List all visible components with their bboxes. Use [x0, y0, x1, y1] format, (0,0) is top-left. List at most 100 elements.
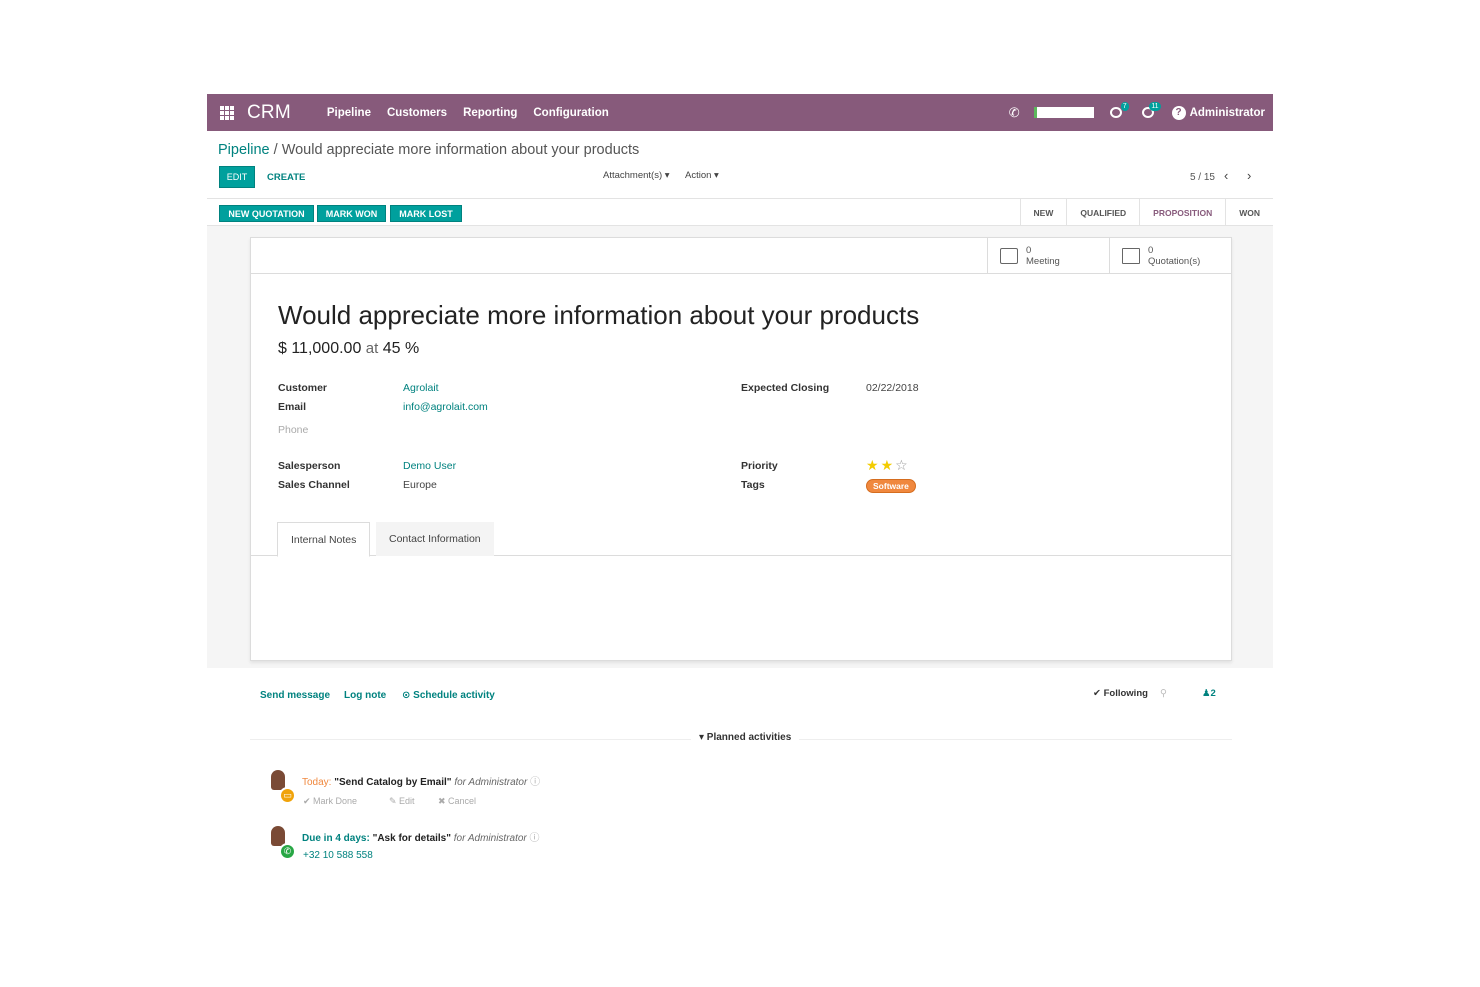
- create-button[interactable]: CREATE: [267, 172, 305, 183]
- form-statusbar: NEW QUOTATION MARK WON MARK LOST NEW QUA…: [207, 198, 1273, 226]
- activity-summary: "Send Catalog by Email": [334, 777, 452, 788]
- voip-input[interactable]: [1033, 107, 1094, 118]
- sales-channel-value[interactable]: Europe: [403, 479, 437, 491]
- menu-customers[interactable]: Customers: [387, 107, 447, 119]
- revenue-at: at: [365, 340, 379, 357]
- edit-activity-button[interactable]: ✎ Edit: [389, 796, 415, 807]
- edit-button[interactable]: EDIT: [219, 166, 255, 188]
- pager-next-icon[interactable]: ›: [1247, 168, 1251, 183]
- navbar-systray: ✆ 7 11 ? Administrator: [1009, 94, 1265, 131]
- revenue-amount: $ 11,000.00: [278, 340, 362, 357]
- salesperson-label: Salesperson: [278, 460, 341, 472]
- expected-closing-value[interactable]: 02/22/2018: [866, 382, 919, 394]
- crm-app: CRM Pipeline Customers Reporting Configu…: [207, 94, 1273, 884]
- followers-count: 2: [1210, 688, 1216, 699]
- log-note-button[interactable]: Log note: [344, 690, 386, 701]
- salesperson-value[interactable]: Demo User: [403, 460, 456, 472]
- breadcrumb-separator: /: [273, 142, 278, 158]
- activity-assignee: for Administrator: [453, 833, 527, 844]
- menu-reporting[interactable]: Reporting: [463, 107, 517, 119]
- stage-qualified[interactable]: QUALIFIED: [1066, 199, 1139, 226]
- main-menu: Pipeline Customers Reporting Configurati…: [327, 107, 609, 119]
- customer-label: Customer: [278, 382, 328, 394]
- info-icon[interactable]: ⓘ: [530, 833, 540, 844]
- stage-proposition[interactable]: PROPOSITION: [1139, 199, 1225, 226]
- planned-activities-toggle[interactable]: ▾ Planned activities: [691, 732, 800, 743]
- email-value[interactable]: info@agrolait.com: [403, 401, 488, 413]
- stage-won[interactable]: WON: [1225, 199, 1273, 226]
- bell-icon[interactable]: ⚲: [1160, 688, 1167, 699]
- phone-activity-icon: ✆: [279, 843, 296, 860]
- notebook-tabs: Internal Notes Contact Information: [251, 522, 1231, 557]
- messaging-badge: 11: [1149, 101, 1161, 111]
- phone-label: Phone: [278, 424, 309, 436]
- star-empty-icon[interactable]: ☆: [895, 457, 910, 473]
- activity-phone-link[interactable]: +32 10 588 558: [303, 850, 373, 861]
- info-icon[interactable]: ⓘ: [530, 777, 540, 788]
- activity-when: Today:: [302, 777, 332, 788]
- activity-due: Due in 4 days: "Ask for details" for Adm…: [302, 829, 540, 844]
- sales-channel-label: Sales Channel: [278, 479, 350, 491]
- activity-assignee: for Administrator: [454, 777, 528, 788]
- new-quotation-button[interactable]: NEW QUOTATION: [219, 205, 314, 222]
- messaging-icon[interactable]: 11: [1140, 101, 1161, 121]
- tab-internal-notes[interactable]: Internal Notes: [277, 522, 371, 557]
- activity-when: Due in 4 days:: [302, 833, 370, 844]
- email-activity-icon: ▭: [279, 787, 296, 804]
- pager-previous-icon[interactable]: ‹: [1224, 168, 1228, 183]
- apps-grid-icon[interactable]: [220, 105, 234, 120]
- menu-pipeline[interactable]: Pipeline: [327, 107, 371, 119]
- tags-label: Tags: [741, 479, 765, 491]
- meeting-count: 0: [1026, 244, 1032, 256]
- customer-value[interactable]: Agrolait: [403, 382, 439, 394]
- stage-pipeline: NEW QUALIFIED PROPOSITION WON: [1019, 199, 1273, 226]
- mark-done-button[interactable]: ✔ Mark Done: [303, 796, 357, 807]
- expected-revenue[interactable]: $ 11,000.00 at 45 %: [278, 340, 419, 358]
- schedule-activity-button[interactable]: ⊙ Schedule activity: [402, 690, 495, 701]
- breadcrumb-current: Would appreciate more information about …: [281, 142, 640, 158]
- mark-won-button[interactable]: MARK WON: [317, 205, 386, 222]
- tab-contact-information[interactable]: Contact Information: [376, 522, 494, 556]
- attachment-dropdown[interactable]: Attachment(s) ▾: [603, 170, 670, 181]
- lead-title[interactable]: Would appreciate more information about …: [278, 300, 919, 331]
- pager-value[interactable]: 5 / 15: [1190, 172, 1215, 183]
- smart-button-box: 0 Meeting 0 Quotation(s): [251, 238, 1231, 274]
- phone-icon[interactable]: ✆: [1009, 105, 1020, 121]
- meeting-stat: 0 Meeting: [1026, 245, 1060, 267]
- activity-badge: 7: [1120, 101, 1129, 111]
- quotations-label: Quotation(s): [1148, 255, 1201, 267]
- probability-value: 45 %: [382, 340, 420, 357]
- user-menu[interactable]: ? Administrator: [1171, 105, 1265, 120]
- star-filled-icon[interactable]: ★: [881, 457, 896, 473]
- tag-badge[interactable]: Software: [866, 479, 916, 493]
- mark-lost-button[interactable]: MARK LOST: [390, 205, 462, 222]
- breadcrumb-pipeline[interactable]: Pipeline: [218, 142, 270, 158]
- meeting-button[interactable]: 0 Meeting: [987, 238, 1109, 273]
- user-icon: ♟: [1202, 688, 1211, 699]
- quotations-count: 0: [1148, 244, 1154, 256]
- action-dropdown[interactable]: Action ▾: [685, 170, 719, 181]
- stage-new[interactable]: NEW: [1019, 199, 1067, 226]
- priority-stars[interactable]: ★★☆: [866, 457, 910, 474]
- expected-closing-label: Expected Closing: [741, 382, 830, 394]
- quotations-button[interactable]: 0 Quotation(s): [1109, 238, 1231, 273]
- activity-icon[interactable]: 7: [1108, 101, 1129, 121]
- top-navbar: CRM Pipeline Customers Reporting Configu…: [207, 94, 1273, 131]
- app-brand: CRM: [247, 101, 291, 123]
- quotations-stat: 0 Quotation(s): [1148, 245, 1200, 267]
- user-name: Administrator: [1189, 106, 1265, 119]
- followers-button[interactable]: ♟2: [1202, 688, 1216, 699]
- cancel-activity-button[interactable]: ✖ Cancel: [438, 796, 476, 807]
- form-sheet: 0 Meeting 0 Quotation(s) Would appreciat…: [250, 237, 1232, 661]
- breadcrumb: Pipeline / Would appreciate more informa…: [218, 142, 639, 158]
- activity-summary: "Ask for details": [372, 833, 451, 844]
- edit-icon: [1122, 247, 1140, 264]
- star-filled-icon[interactable]: ★: [866, 457, 881, 473]
- activity-today: Today: "Send Catalog by Email" for Admin…: [302, 773, 540, 788]
- calendar-icon: [1000, 247, 1018, 264]
- following-button[interactable]: ✔ Following: [1093, 688, 1148, 699]
- priority-label: Priority: [741, 460, 778, 472]
- menu-configuration[interactable]: Configuration: [533, 107, 608, 119]
- email-label: Email: [278, 401, 307, 413]
- send-message-button[interactable]: Send message: [260, 690, 330, 701]
